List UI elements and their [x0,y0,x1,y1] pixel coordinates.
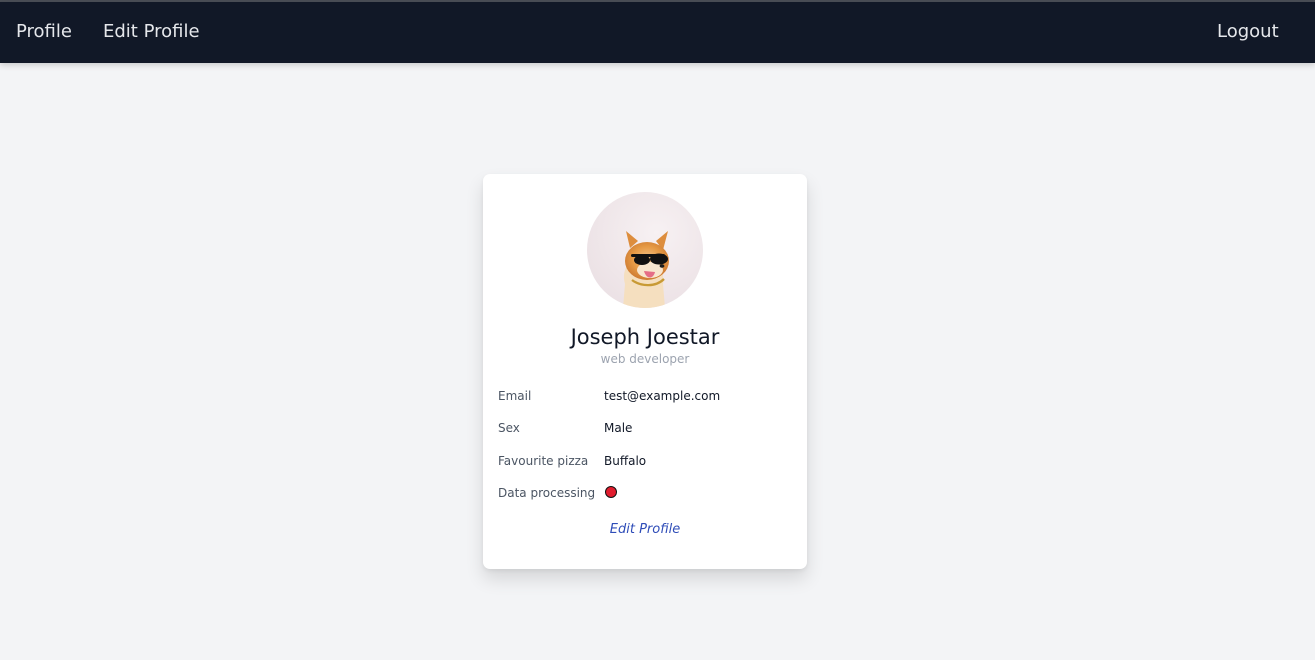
email-label: Email [498,389,532,403]
nav-profile-link[interactable]: Profile [16,21,72,43]
favourite-pizza-row: Favourite pizza Buffalo [498,452,798,470]
nav-logout-link[interactable]: Logout [1217,21,1279,43]
nav-edit-profile-link[interactable]: Edit Profile [103,21,200,43]
favourite-pizza-label: Favourite pizza [498,454,589,468]
sex-row: Sex Male [498,419,798,437]
email-value: test@example.com [604,389,721,403]
data-processing-row: Data processing [498,484,798,502]
avatar [587,192,703,308]
sex-value: Male [604,421,633,435]
data-processing-label: Data processing [498,486,596,500]
profile-name: Joseph Joestar [570,325,720,349]
profile-card: Joseph Joestar web developer Email test@… [483,174,807,569]
top-navbar: Profile Edit Profile Logout [0,2,1315,63]
email-row: Email test@example.com [498,387,798,405]
data-processing-status-icon [605,486,617,498]
favourite-pizza-value: Buffalo [604,454,647,468]
profile-title: web developer [600,352,690,366]
dog-with-sunglasses-icon [623,231,669,308]
sex-label: Sex [498,421,520,435]
edit-profile-link[interactable]: Edit Profile [483,521,807,539]
